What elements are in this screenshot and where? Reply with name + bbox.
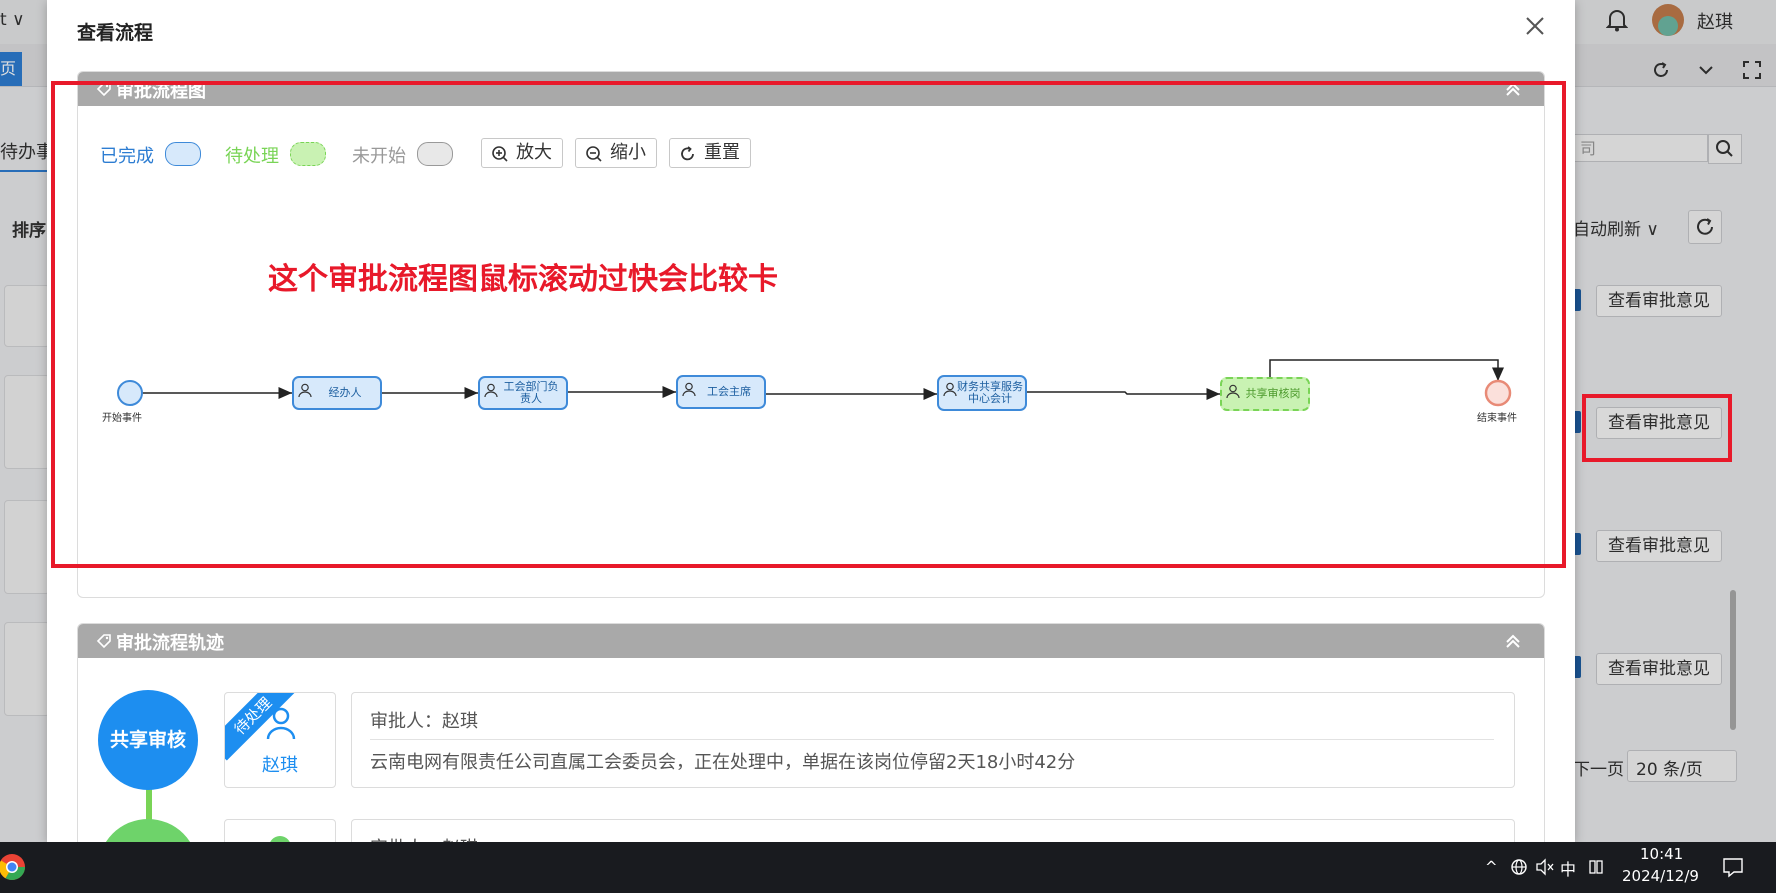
clock-date[interactable]: 2024/12/9: [1622, 867, 1699, 885]
tray-chevron-up-icon[interactable]: ^: [1485, 858, 1498, 876]
user-icon: [266, 707, 296, 740]
track-card: 审批流程轨迹 共享审核 待处理 赵琪 审批人：赵琪 云南电网有限责任公司直属工会…: [77, 623, 1545, 842]
chrome-icon[interactable]: [0, 850, 28, 884]
modal-title: 查看流程: [77, 22, 154, 44]
collapse-icon[interactable]: [1504, 632, 1522, 650]
network-icon[interactable]: [1510, 858, 1528, 876]
approver-label: 审批人：赵琪: [370, 711, 478, 732]
tag-icon: [96, 634, 111, 649]
track-card-title: 审批流程轨迹: [116, 633, 224, 654]
close-icon[interactable]: [1521, 12, 1549, 40]
ime-indicator[interactable]: 中: [1560, 856, 1576, 880]
approval-detail-card: 审批人：赵琪 云南电网有限责任公司直属工会委员会，正在处理中，单据在该岗位停留2…: [351, 692, 1515, 788]
taskbar: ^ 中 10:41 2024/12/9: [0, 842, 1776, 893]
approver-card: 待处理 赵琪: [224, 692, 336, 788]
highlight-frame-button: [1582, 394, 1732, 462]
approval-detail-card-next: 审批人：赵琪: [351, 819, 1515, 842]
approver-card-next: [224, 819, 336, 842]
volume-muted-icon[interactable]: [1535, 858, 1555, 876]
notification-icon[interactable]: [1722, 856, 1744, 878]
approver-name: 赵琪: [262, 755, 298, 776]
track-step-circle-next: [98, 819, 198, 842]
approver-label-next: 审批人：赵琪: [370, 834, 478, 842]
track-card-header[interactable]: 审批流程轨迹: [78, 624, 1544, 658]
ime-mode-icon[interactable]: [1588, 858, 1604, 876]
divider: [370, 739, 1494, 740]
approval-status-text: 云南电网有限责任公司直属工会委员会，正在处理中，单据在该岗位停留2天18小时42…: [370, 752, 1076, 773]
highlight-frame-diagram: [51, 81, 1566, 568]
clock-time[interactable]: 10:41: [1640, 845, 1683, 863]
track-step-circle: 共享审核: [98, 690, 198, 790]
